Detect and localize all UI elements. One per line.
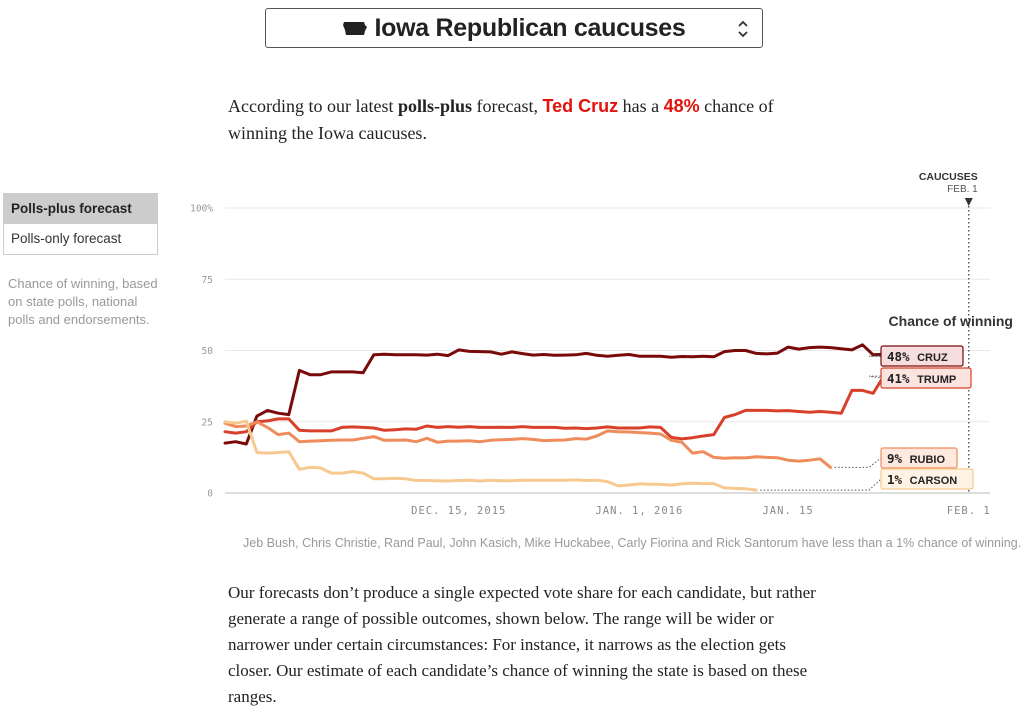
legend-title: Chance of winning [889,313,1013,329]
leading-candidate: Ted Cruz [542,96,619,116]
y-tick-label: 25 [202,417,213,428]
y-tick-label: 50 [202,346,214,357]
y-tick-label: 0 [207,489,213,500]
label-box-cruz [880,345,964,367]
label-leader-carson [760,478,882,491]
x-tick-label: JAN. 15 [762,505,813,517]
event-marker-label: CAUCUSES [919,171,978,183]
chart-footnote: Jeb Bush, Chris Christie, Rand Paul, Joh… [243,536,1022,550]
y-tick-label: 75 [202,275,213,286]
x-tick-label: JAN. 1, 2016 [595,505,683,517]
iowa-state-icon [342,21,367,35]
label-box-carson [880,468,974,490]
summary-text: has a [618,96,664,116]
polls-only-option[interactable]: Polls-only forecast [3,224,158,255]
forecast-toggle: Polls-plus forecast Polls-only forecast [3,193,158,255]
leading-candidate-chance: 48% [663,96,700,116]
series-line-rubio [223,420,833,469]
label-leader-rubio [834,457,882,468]
forecast-description: Chance of winning, based on state polls,… [8,276,158,327]
selected-state-label: Iowa Republican caucuses [374,13,686,42]
summary-text: forecast, [472,96,543,116]
series-label-rubio: 9% RUBIO [887,451,945,466]
summary-text: According to our latest [228,96,398,116]
chance-of-winning-chart: 100% 75 50 25 0 DEC. 15, 2015 JAN. 1, 2016 JAN… [190,171,1013,517]
series-label-carson: 1% CARSON [887,472,957,487]
state-selector[interactable]: Iowa Republican caucuses [265,8,763,48]
label-leader-trump [868,375,888,379]
series-line-trump [223,374,886,441]
series-line-carson [223,419,758,492]
forecast-type: polls-plus [397,96,473,116]
event-marker-arrow [964,198,973,206]
body-paragraph: Our forecasts don’t produce a single exp… [228,583,816,706]
x-tick-label: FEB. 1 [947,505,991,517]
series-label-cruz: 48% CRUZ [887,349,948,364]
series-line-cruz [223,343,907,446]
select-arrows-icon [738,20,748,38]
polls-plus-option[interactable]: Polls-plus forecast [3,193,158,224]
forecast-summary: According to our latest polls-plus forec… [228,93,818,147]
x-tick-label: DEC. 15, 2015 [411,505,506,517]
label-box-rubio [880,447,958,469]
label-box-trump [880,367,972,389]
event-marker-date: FEB. 1 [947,184,978,195]
series-label-trump: 41% TRUMP [887,371,956,386]
y-tick-label: 100% [190,204,213,215]
